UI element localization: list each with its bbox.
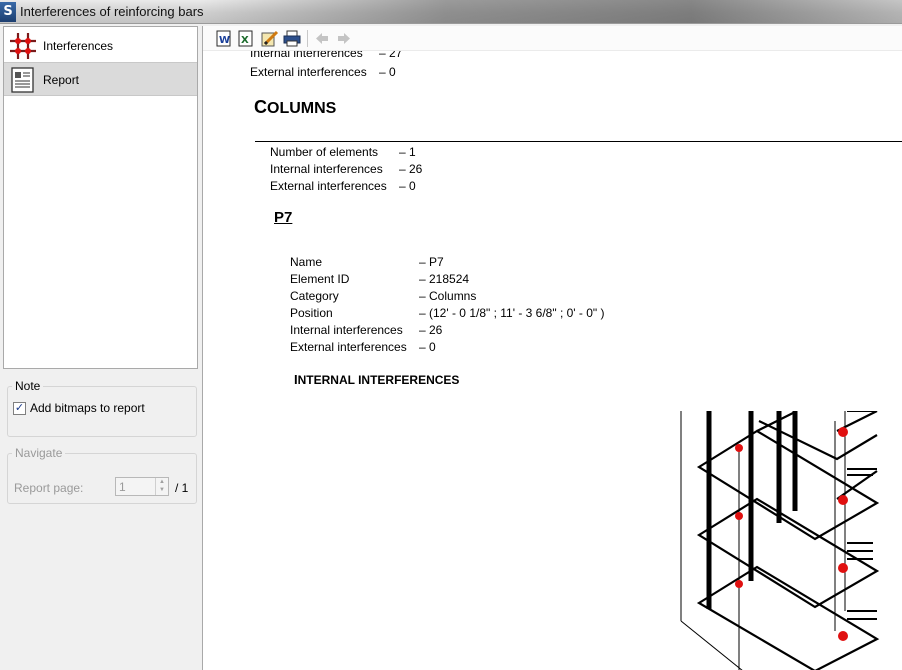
sidebar-item-interferences[interactable]: Interferences [4, 29, 197, 63]
edit-icon[interactable] [261, 30, 279, 47]
report-label: External interferences [290, 340, 407, 354]
back-arrow-icon[interactable] [313, 30, 331, 47]
print-icon[interactable] [283, 30, 301, 47]
note-group: Note ✓ Add bitmaps to report [7, 379, 197, 437]
spin-up-icon[interactable]: ▲ [156, 478, 168, 486]
report-content: Internal interferences – 27 External int… [203, 51, 902, 670]
report-page-label: Report page: [14, 481, 84, 495]
toolbar-separator [307, 30, 308, 47]
interferences-icon [10, 33, 36, 59]
forward-arrow-icon[interactable] [335, 30, 353, 47]
note-group-title: Note [15, 379, 41, 393]
rebar-interference-bitmap [680, 411, 880, 670]
section-heading-columns: COLUMNS [254, 97, 337, 117]
report-label: Name [290, 255, 323, 269]
sidebar-item-label: Report [43, 73, 80, 87]
app-icon: S [0, 2, 16, 22]
spin-down-icon[interactable]: ▼ [156, 486, 168, 494]
report-label: Category [290, 289, 339, 303]
add-bitmaps-checkbox[interactable]: ✓ [13, 402, 26, 415]
element-title: P7 [274, 209, 293, 226]
title-bar: S Interferences of reinforcing bars [0, 0, 902, 24]
report-value: – 27 [379, 51, 403, 60]
internal-interferences-heading: INTERNAL INTERFERENCES [294, 372, 460, 387]
report-label: Position [290, 306, 333, 320]
report-toolbar: W X [203, 26, 902, 51]
report-label: External interferences [250, 65, 367, 79]
report-value: – 0 [419, 340, 436, 354]
report-page-value: 1 [119, 480, 126, 494]
navigate-group-title: Navigate [15, 446, 63, 460]
report-value: – P7 [419, 255, 444, 269]
report-label: Internal interferences [250, 51, 363, 60]
report-label: Element ID [290, 272, 350, 286]
sidebar-item-label: Interferences [43, 39, 114, 53]
title-bar-background [200, 0, 902, 23]
report-label: Internal interferences [270, 162, 383, 176]
svg-text:X: X [241, 35, 249, 46]
export-word-icon[interactable]: W [215, 30, 233, 47]
svg-text:W: W [219, 35, 230, 46]
report-value: – (12' - 0 1/8" ; 11' - 3 6/8" ; 0' - 0"… [419, 306, 605, 320]
report-label: External interferences [270, 179, 387, 193]
report-value: – 0 [379, 65, 396, 79]
sidebar-item-report[interactable]: Report [4, 62, 197, 96]
report-viewer: W X Internal interferences – 27 External… [202, 26, 902, 670]
report-value: – 26 [399, 162, 423, 176]
navigate-group: Navigate Report page: 1 ▲ ▼ / 1 [7, 446, 197, 504]
report-label: Number of elements [270, 145, 379, 159]
report-value: – Columns [419, 289, 477, 303]
report-value: – 218524 [419, 272, 470, 286]
window-title: Interferences of reinforcing bars [20, 4, 204, 19]
export-excel-icon[interactable]: X [237, 30, 255, 47]
add-bitmaps-label: Add bitmaps to report [30, 401, 145, 415]
report-value: – 0 [399, 179, 416, 193]
sidebar: Interferences Report [3, 26, 198, 369]
report-value: – 1 [399, 145, 416, 159]
report-page-total: / 1 [175, 481, 189, 495]
section-divider [255, 141, 902, 142]
report-label: Internal interferences [290, 323, 403, 337]
report-icon [11, 67, 34, 93]
report-value: – 26 [419, 323, 443, 337]
report-page-stepper[interactable]: 1 ▲ ▼ [115, 477, 169, 496]
